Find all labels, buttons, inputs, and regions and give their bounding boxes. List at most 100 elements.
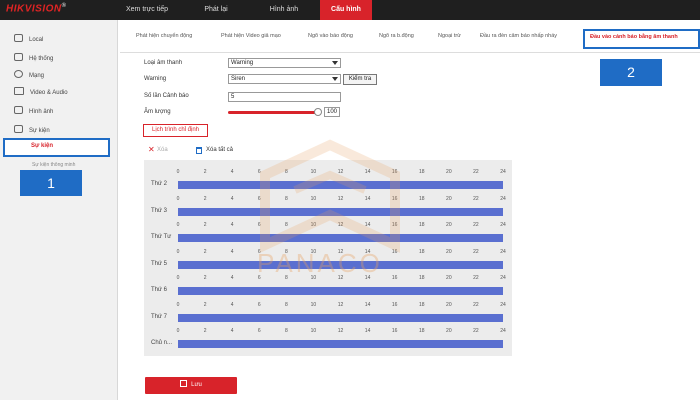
hour-tick: 16 bbox=[391, 169, 398, 175]
day-label: Chủ n... bbox=[151, 340, 173, 346]
hour-tick: 0 bbox=[176, 195, 180, 202]
day-label: Thứ 7 bbox=[151, 313, 168, 320]
hour-tick: 14 bbox=[364, 169, 371, 175]
hour-tick: 16 bbox=[391, 248, 398, 255]
nav-configuration[interactable]: Cấu hình bbox=[320, 0, 372, 20]
system-icon bbox=[14, 53, 23, 62]
hour-tick: 16 bbox=[391, 195, 398, 202]
day-label: Thứ Tư bbox=[151, 234, 172, 240]
hikvision-logo: HIKVISION® bbox=[6, 3, 67, 15]
hour-tick: 6 bbox=[257, 195, 261, 202]
schedule-bar[interactable] bbox=[178, 181, 503, 189]
hour-tick: 10 bbox=[310, 328, 317, 334]
tab-alarm-input[interactable]: Ngõ vào báo động bbox=[308, 33, 353, 39]
hour-tick: 24 bbox=[500, 328, 506, 334]
hour-tick: 10 bbox=[310, 195, 317, 202]
volume-slider-track[interactable] bbox=[228, 111, 317, 114]
hour-tick: 18 bbox=[418, 328, 425, 334]
hour-tick: 22 bbox=[473, 301, 479, 308]
hour-tick: 8 bbox=[284, 301, 288, 308]
hour-tick: 12 bbox=[337, 222, 344, 228]
tab-exception[interactable]: Ngoại trừ bbox=[438, 33, 461, 39]
hour-tick: 22 bbox=[473, 275, 479, 281]
volume-label: Âm lượng bbox=[144, 109, 171, 115]
tab-flashing-light-output[interactable]: Đầu ra đèn cảm báo nhấp nháy bbox=[480, 33, 557, 39]
sidebar-item-local[interactable]: Local bbox=[14, 33, 43, 47]
hour-tick: 4 bbox=[230, 328, 234, 334]
hour-tick: 22 bbox=[473, 222, 479, 228]
sidebar-item-system[interactable]: Hệ thống bbox=[14, 52, 53, 66]
hour-tick: 18 bbox=[418, 301, 425, 308]
sidebar-item-image[interactable]: Hình ảnh bbox=[14, 105, 53, 119]
day-label: Thứ 5 bbox=[151, 260, 168, 267]
hour-tick: 6 bbox=[257, 222, 261, 228]
tab-audio-alarm-output[interactable]: Đầu vào cảnh báo bằng âm thanh bbox=[583, 29, 700, 49]
watermark-text: PANACO bbox=[257, 248, 383, 278]
day-label: Thứ 3 bbox=[151, 207, 168, 214]
video-audio-icon bbox=[14, 87, 24, 96]
chevron-down-icon bbox=[332, 61, 338, 65]
hour-tick: 24 bbox=[500, 275, 506, 281]
globe-icon bbox=[14, 70, 23, 79]
hour-tick: 10 bbox=[310, 169, 317, 175]
hour-tick: 0 bbox=[176, 301, 180, 308]
volume-value-input[interactable]: 100 bbox=[324, 107, 340, 117]
hour-tick: 16 bbox=[391, 301, 398, 308]
hour-tick: 18 bbox=[418, 222, 425, 228]
hour-tick: 0 bbox=[176, 275, 180, 281]
schedule-bar[interactable] bbox=[178, 234, 503, 242]
sidebar-item-network[interactable]: Mạng bbox=[14, 69, 44, 83]
hour-tick: 12 bbox=[337, 301, 344, 308]
delete-button[interactable]: Xóa bbox=[157, 147, 168, 153]
sidebar-sub-smart-event[interactable]: Sự kiện thông minh bbox=[32, 162, 75, 168]
hour-tick: 2 bbox=[203, 328, 207, 334]
hour-tick: 4 bbox=[230, 248, 234, 255]
annotation-badge-2: 2 bbox=[600, 59, 662, 86]
test-button[interactable]: Kiểm tra bbox=[343, 74, 377, 85]
tab-video-tampering[interactable]: Phát hiện Video giả mạo bbox=[221, 33, 281, 39]
hour-tick: 8 bbox=[284, 195, 288, 202]
schedule-bar[interactable] bbox=[178, 313, 503, 322]
annotation-badge-1: 1 bbox=[20, 170, 82, 196]
sound-type-select[interactable]: Warning bbox=[228, 58, 341, 68]
nav-playback[interactable]: Phát lại bbox=[186, 0, 246, 20]
warning-select[interactable]: Siren bbox=[228, 74, 341, 84]
save-button[interactable]: Lưu bbox=[145, 377, 237, 394]
hour-tick: 8 bbox=[284, 222, 288, 228]
hour-tick: 8 bbox=[284, 328, 288, 334]
hour-tick: 4 bbox=[230, 275, 234, 281]
sidebar-sub-event-active[interactable]: Sự kiện bbox=[3, 138, 110, 157]
warning-label: Warning bbox=[144, 76, 167, 82]
tab-motion-detection[interactable]: Phát hiện chuyển động bbox=[136, 33, 192, 39]
hour-tick: 4 bbox=[230, 222, 234, 228]
tab-alarm-output[interactable]: Ngõ ra b.động bbox=[379, 33, 414, 39]
chevron-down-icon bbox=[332, 77, 338, 81]
hour-tick: 20 bbox=[446, 328, 452, 334]
hour-tick: 10 bbox=[310, 222, 317, 228]
schedule-button[interactable]: Lịch trình chỉ định bbox=[143, 124, 208, 137]
schedule-bar[interactable] bbox=[178, 340, 503, 348]
hour-tick: 2 bbox=[203, 301, 207, 308]
nav-picture[interactable]: Hình ảnh bbox=[254, 0, 314, 20]
hour-tick: 16 bbox=[391, 328, 398, 334]
volume-slider-handle[interactable] bbox=[314, 108, 322, 116]
hour-tick: 6 bbox=[257, 169, 261, 175]
hour-tick: 22 bbox=[473, 248, 479, 255]
hour-tick: 18 bbox=[418, 169, 425, 175]
schedule-bar[interactable] bbox=[178, 287, 503, 295]
hour-tick: 2 bbox=[203, 195, 207, 202]
hour-tick: 4 bbox=[230, 301, 234, 308]
schedule-bar[interactable] bbox=[178, 207, 503, 216]
hour-tick: 20 bbox=[446, 275, 452, 281]
hour-tick: 14 bbox=[364, 222, 371, 228]
nav-live-view[interactable]: Xem trực tiếp bbox=[112, 0, 182, 20]
close-icon: ✕ bbox=[148, 145, 155, 154]
tab-bar: Phát hiện chuyển động Phát hiện Video gi… bbox=[120, 20, 700, 53]
hour-tick: 22 bbox=[473, 328, 479, 334]
delete-all-button[interactable]: Xóa tất cả bbox=[206, 147, 233, 153]
sidebar-item-video-audio[interactable]: Video & Audio bbox=[14, 86, 68, 100]
alarm-count-input[interactable]: 5 bbox=[228, 92, 341, 102]
hour-tick: 0 bbox=[176, 328, 180, 334]
sidebar-item-event[interactable]: Sự kiện bbox=[14, 124, 50, 138]
hour-tick: 20 bbox=[446, 301, 452, 308]
